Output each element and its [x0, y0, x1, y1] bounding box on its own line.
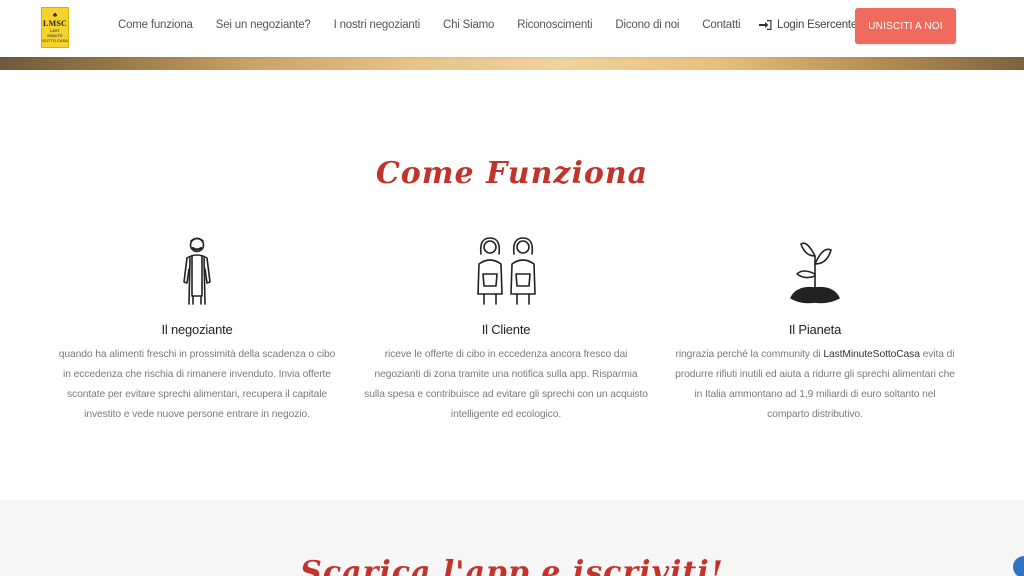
- sign-in-icon: [759, 20, 772, 30]
- text-before-brand: ringrazia perché la community di: [675, 349, 824, 360]
- logo-subtext: LAST MINUTE SOTTO CASA: [42, 28, 68, 43]
- logo[interactable]: ♣ LMSC LAST MINUTE SOTTO CASA: [41, 7, 69, 48]
- how-item-text: quando ha alimenti freschi in prossimità…: [58, 349, 336, 420]
- how-item-text: riceve le offerte di cibo in eccedenza a…: [364, 349, 648, 420]
- nav-chi-siamo[interactable]: Chi Siamo: [443, 19, 494, 31]
- how-item-text: ringrazia perché la community di LastMin…: [665, 345, 965, 425]
- join-button[interactable]: UNISCITI A NOI: [855, 8, 956, 44]
- nav-come-funziona[interactable]: Come funziona: [118, 19, 193, 31]
- logo-mark-icon: ♣: [52, 12, 58, 19]
- login-label: Login Esercente: [777, 19, 858, 31]
- scroll-top-button[interactable]: [1013, 556, 1024, 576]
- nav-contatti[interactable]: Contatti: [702, 19, 740, 31]
- clients-icon: [356, 228, 656, 306]
- how-item-title: Il negoziante: [161, 322, 233, 337]
- how-item-title: Il Cliente: [481, 322, 531, 337]
- main-nav: Come funziona Sei un negoziante? I nostr…: [118, 19, 763, 31]
- how-item-negoziante: Il negoziante quando ha alimenti freschi…: [47, 228, 347, 425]
- nav-nostri-negozianti[interactable]: I nostri negozianti: [334, 19, 421, 31]
- nav-dicono-di-noi[interactable]: Dicono di noi: [615, 19, 679, 31]
- nav-sei-un-negoziante[interactable]: Sei un negoziante?: [216, 19, 311, 31]
- download-title: Scarica l'app e iscriviti!: [300, 555, 724, 576]
- navbar: ♣ LMSC LAST MINUTE SOTTO CASA Come funzi…: [0, 0, 1024, 57]
- section-title: Come Funziona: [375, 156, 649, 191]
- brand-name: LastMinuteSottoCasa: [823, 349, 920, 360]
- logo-text: LMSC: [43, 19, 67, 28]
- nav-riconoscimenti[interactable]: Riconoscimenti: [517, 19, 592, 31]
- shopkeeper-icon: [47, 228, 347, 306]
- how-item-cliente: Il Cliente riceve le offerte di cibo in …: [356, 228, 656, 425]
- how-item-pianeta: Il Pianeta ringrazia perché la community…: [665, 228, 965, 425]
- how-item-title: Il Pianeta: [788, 322, 842, 337]
- login-esercente-link[interactable]: Login Esercente: [759, 19, 857, 31]
- plant-sprout-icon: [665, 228, 965, 306]
